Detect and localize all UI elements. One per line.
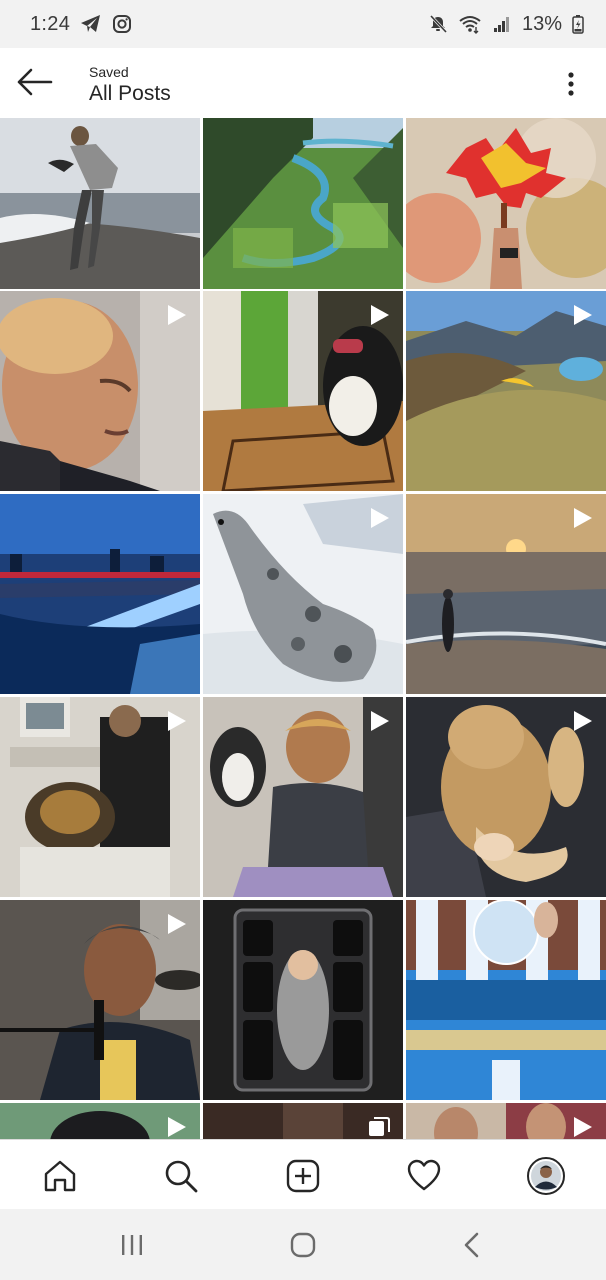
back-chevron-icon <box>464 1232 479 1258</box>
system-home-button[interactable] <box>283 1227 323 1263</box>
status-time: 1:24 <box>30 12 71 35</box>
app-header: Saved All Posts <box>0 48 606 118</box>
instagram-icon <box>112 14 132 34</box>
header-subtitle: Saved <box>89 64 129 80</box>
post-tile[interactable] <box>0 118 200 318</box>
post-thumbnail <box>203 118 403 289</box>
post-tile[interactable] <box>0 697 200 897</box>
nav-profile-button[interactable] <box>524 1154 568 1198</box>
nav-home-button[interactable] <box>38 1154 82 1198</box>
video-icon <box>570 506 594 535</box>
post-tile[interactable] <box>203 1103 403 1139</box>
back-button[interactable] <box>12 62 56 102</box>
video-icon <box>570 1115 594 1139</box>
video-icon <box>367 506 391 535</box>
wifi-icon <box>458 14 482 34</box>
header-titles: Saved All Posts <box>89 64 171 107</box>
search-icon <box>165 1160 198 1193</box>
post-tile[interactable] <box>406 697 606 897</box>
video-icon <box>570 303 594 332</box>
post-thumbnail <box>406 118 606 289</box>
mute-icon <box>428 14 448 34</box>
home-circle-icon <box>290 1232 316 1258</box>
bottom-nav <box>0 1139 606 1209</box>
battery-percent: 13% <box>521 12 562 35</box>
activity-heart-icon <box>407 1159 441 1191</box>
status-left: 1:24 <box>30 13 132 36</box>
video-icon <box>367 303 391 332</box>
more-vertical-icon <box>568 72 574 96</box>
post-thumbnail <box>406 900 606 1100</box>
status-right: 13% <box>428 13 584 36</box>
post-thumbnail <box>203 900 403 1100</box>
profile-avatar <box>527 1157 565 1195</box>
status-bar: 1:24 13% <box>0 0 606 48</box>
post-tile[interactable] <box>203 291 403 491</box>
video-icon <box>570 709 594 738</box>
battery-icon <box>572 14 584 34</box>
post-thumbnail <box>0 494 200 694</box>
post-tile[interactable] <box>406 291 606 491</box>
system-nav-bar <box>0 1209 606 1280</box>
saved-posts-grid <box>0 118 606 1139</box>
page-title: All Posts <box>89 82 171 105</box>
video-icon <box>367 709 391 738</box>
recent-apps-icon <box>122 1235 142 1255</box>
telegram-icon <box>80 14 102 34</box>
post-tile[interactable] <box>203 900 403 1100</box>
more-options-button[interactable] <box>556 64 586 104</box>
system-back-button[interactable] <box>452 1227 492 1263</box>
post-tile[interactable] <box>406 1103 606 1139</box>
video-icon <box>164 303 188 332</box>
carousel-icon <box>367 1115 391 1139</box>
signal-icon <box>492 14 512 34</box>
post-tile[interactable] <box>0 494 200 694</box>
post-tile[interactable] <box>406 118 606 318</box>
arrow-left-icon <box>17 68 53 96</box>
post-thumbnail <box>0 118 200 289</box>
recent-apps-button[interactable] <box>112 1227 152 1263</box>
post-tile[interactable] <box>0 291 200 491</box>
post-tile[interactable] <box>406 494 606 694</box>
video-icon <box>164 912 188 941</box>
post-tile[interactable] <box>203 118 403 318</box>
post-tile[interactable] <box>0 900 200 1100</box>
home-icon <box>44 1160 76 1192</box>
nav-new-post-button[interactable] <box>281 1154 325 1198</box>
post-tile[interactable] <box>203 697 403 897</box>
video-icon <box>164 709 188 738</box>
nav-search-button[interactable] <box>159 1154 203 1198</box>
post-tile[interactable] <box>0 1103 200 1139</box>
nav-activity-button[interactable] <box>402 1154 446 1198</box>
new-post-icon <box>286 1159 320 1193</box>
post-tile[interactable] <box>203 494 403 694</box>
post-tile[interactable] <box>406 900 606 1100</box>
video-icon <box>164 1115 188 1139</box>
